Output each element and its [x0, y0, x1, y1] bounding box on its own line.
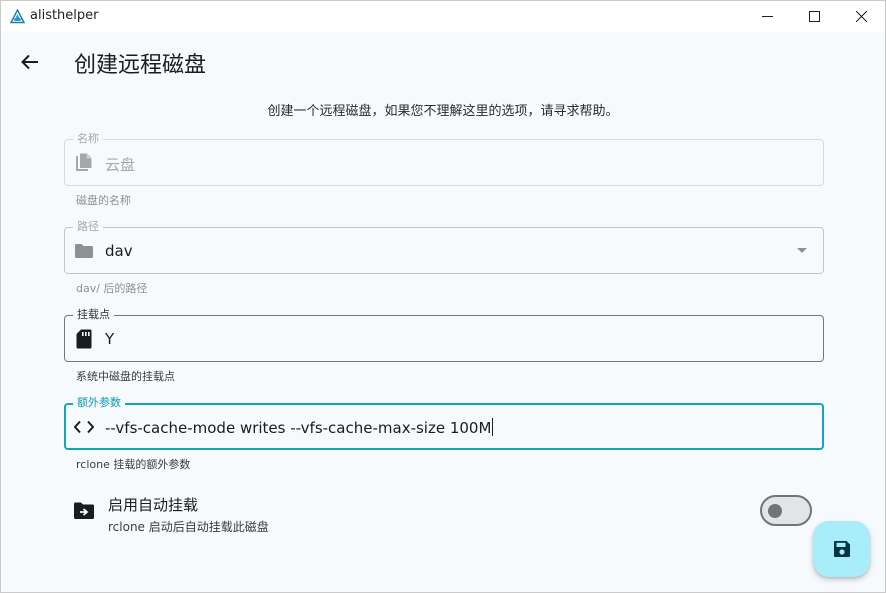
save-button[interactable] [813, 521, 870, 577]
extra-args-label: 额外参数 [73, 396, 125, 410]
minimize-button[interactable] [744, 1, 790, 32]
name-field-label: 名称 [73, 132, 103, 146]
mount-point-label: 挂载点 [73, 308, 114, 322]
maximize-button[interactable] [791, 1, 837, 32]
app-logo-icon [10, 9, 25, 24]
back-button[interactable] [15, 47, 45, 77]
auto-mount-title: 启用自动挂载 [108, 496, 199, 514]
auto-mount-subtitle: rclone 启动后自动挂载此磁盘 [108, 520, 269, 534]
code-icon [74, 417, 94, 437]
extra-args-helper: rclone 挂载的额外参数 [76, 458, 191, 471]
drive-file-move-icon [74, 502, 94, 519]
minimize-icon [761, 16, 773, 17]
chevron-down-icon[interactable] [797, 248, 807, 253]
arrow-back-icon [21, 54, 38, 70]
name-field: 名称 云盘 [64, 132, 824, 186]
app-window: alisthelper 创建远程磁盘 创建一个远程磁盘，如果您不理解这里的选项，… [0, 0, 886, 593]
extra-args-input[interactable]: 额外参数 --vfs-cache-mode writes --vfs-cache… [64, 396, 824, 450]
mount-point-value: Y [105, 330, 115, 348]
file-copy-icon [74, 153, 94, 173]
window-title: alisthelper [30, 8, 99, 23]
name-field-value: 云盘 [105, 156, 136, 174]
path-select[interactable]: 路径 dav [64, 220, 824, 274]
sd-card-icon [74, 329, 94, 349]
path-select-label: 路径 [73, 220, 103, 234]
folder-icon [74, 241, 94, 261]
auto-mount-toggle[interactable] [760, 495, 812, 526]
mount-point-input[interactable]: 挂载点 Y [64, 308, 824, 362]
intro-text: 创建一个远程磁盘，如果您不理解这里的选项，请寻求帮助。 [267, 104, 619, 119]
extra-args-value: --vfs-cache-mode writes --vfs-cache-max-… [105, 419, 492, 437]
extra-args-value-wrap: --vfs-cache-mode writes --vfs-cache-max-… [105, 418, 494, 437]
maximize-icon [808, 11, 820, 22]
auto-mount-row[interactable]: 启用自动挂载 rclone 启动后自动挂载此磁盘 [64, 491, 824, 535]
page-title: 创建远程磁盘 [74, 53, 207, 78]
close-icon [855, 11, 867, 22]
text-cursor [492, 418, 494, 436]
toggle-thumb [768, 504, 782, 518]
mount-point-helper: 系统中磁盘的挂载点 [76, 370, 175, 383]
path-select-helper: dav/ 后的路径 [76, 282, 148, 295]
save-icon [833, 541, 850, 557]
name-field-helper: 磁盘的名称 [76, 194, 131, 207]
path-select-value: dav [105, 242, 133, 260]
title-bar[interactable]: alisthelper [1, 1, 885, 32]
close-button[interactable] [838, 1, 884, 32]
